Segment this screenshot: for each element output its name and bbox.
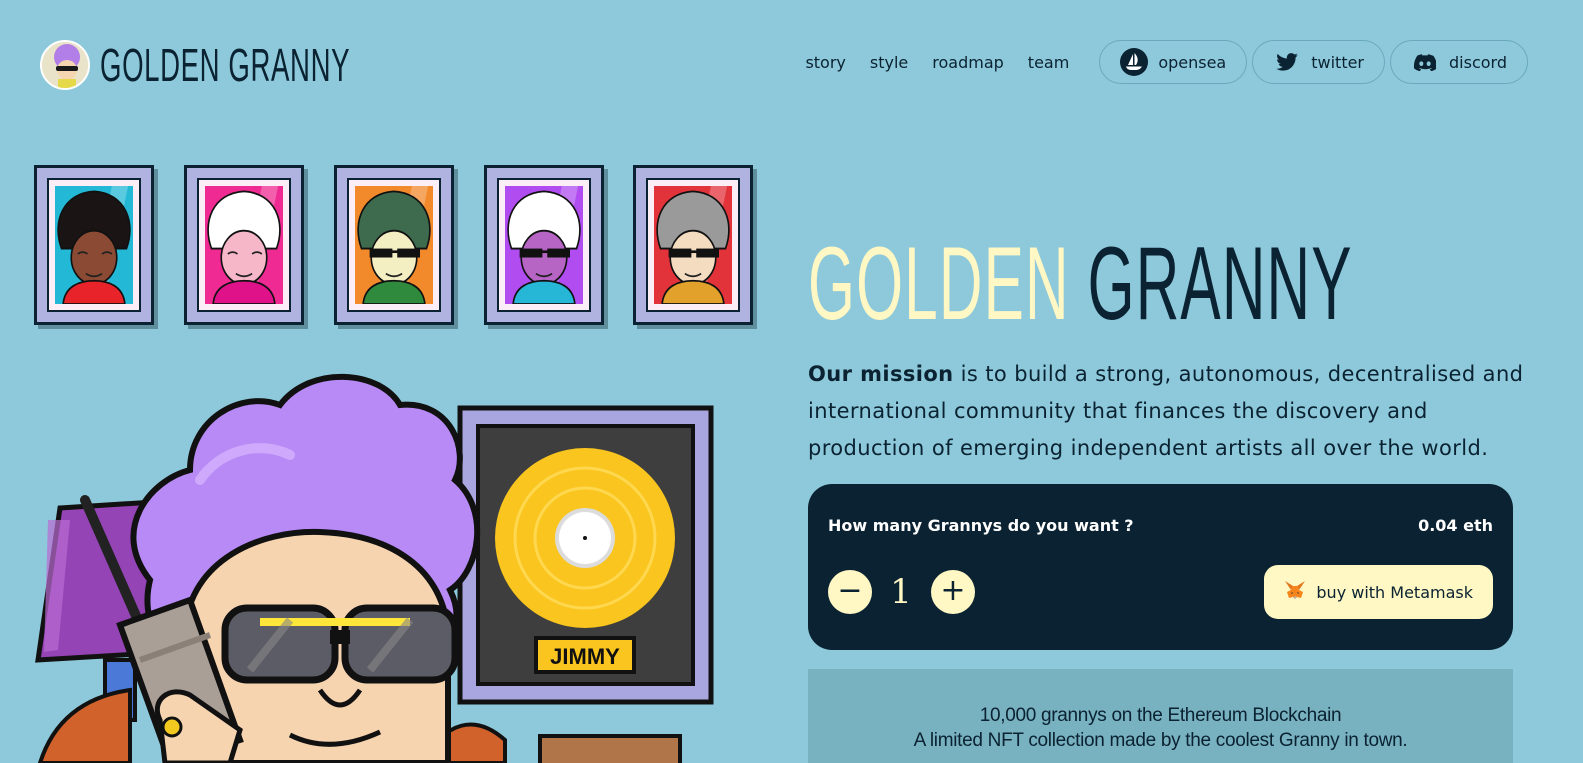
twitter-label: twitter [1311, 52, 1365, 72]
granny-avatar-icon [40, 40, 90, 90]
increase-quantity-button[interactable]: + [931, 570, 975, 614]
collection-info-line2: A limited NFT collection made by the coo… [913, 730, 1408, 751]
buy-with-metamask-button[interactable]: buy with Metamask [1264, 565, 1493, 619]
collection-info: 10,000 grannys on the Ethereum Blockchai… [808, 669, 1513, 763]
svg-text:JIMMY: JIMMY [550, 644, 620, 669]
granny-portrait [505, 186, 583, 304]
decrease-quantity-button[interactable]: − [828, 570, 872, 614]
twitter-icon [1273, 48, 1301, 76]
brand-logo[interactable]: GOLDEN GRANNY [40, 38, 517, 92]
opensea-button[interactable]: opensea [1099, 40, 1248, 84]
opensea-icon [1120, 48, 1149, 76]
nav-link-style[interactable]: style [870, 53, 908, 72]
opensea-label: opensea [1158, 52, 1227, 72]
quantity-value: 1 [890, 572, 912, 612]
nav-link-team[interactable]: team [1028, 53, 1070, 72]
brand-name: GOLDEN GRANNY [100, 39, 351, 91]
twitter-button[interactable]: twitter [1252, 40, 1386, 84]
hero-title-gold: GOLDEN [808, 226, 1070, 342]
portrait-frame[interactable] [34, 165, 154, 325]
granny-portrait [654, 186, 732, 304]
discord-label: discord [1449, 52, 1507, 72]
portrait-frame[interactable] [484, 165, 604, 325]
granny-hero-illustration: JIMMY [0, 360, 760, 763]
portrait-frame[interactable] [184, 165, 304, 325]
mission-lead: Our mission [808, 362, 954, 386]
top-nav: story style roadmap team opensea twitter [805, 40, 1528, 84]
discord-icon [1411, 48, 1439, 76]
discord-button[interactable]: discord [1390, 40, 1528, 84]
granny-portrait [205, 186, 283, 304]
portrait-frame[interactable] [633, 165, 753, 325]
granny-portrait [55, 186, 133, 304]
portrait-frame[interactable] [334, 165, 454, 325]
mint-price: 0.04 eth [1418, 516, 1493, 535]
gold-record-frame: JIMMY [457, 405, 714, 705]
mint-question: How many Grannys do you want ? [828, 516, 1134, 535]
metamask-fox-icon [1284, 580, 1306, 604]
hero-title-dark: GRANNY [1087, 226, 1353, 342]
nav-link-story[interactable]: story [805, 53, 845, 72]
nav-link-roadmap[interactable]: roadmap [932, 53, 1004, 72]
granny-portrait [355, 186, 433, 304]
mission-statement: Our mission is to build a strong, autono… [808, 356, 1528, 467]
collection-info-line1: 10,000 grannys on the Ethereum Blockchai… [979, 705, 1342, 726]
buy-button-label: buy with Metamask [1316, 582, 1473, 602]
hero-title: GOLDEN GRANNY [808, 225, 1353, 344]
mint-panel: How many Grannys do you want ? 0.04 eth … [808, 484, 1513, 650]
